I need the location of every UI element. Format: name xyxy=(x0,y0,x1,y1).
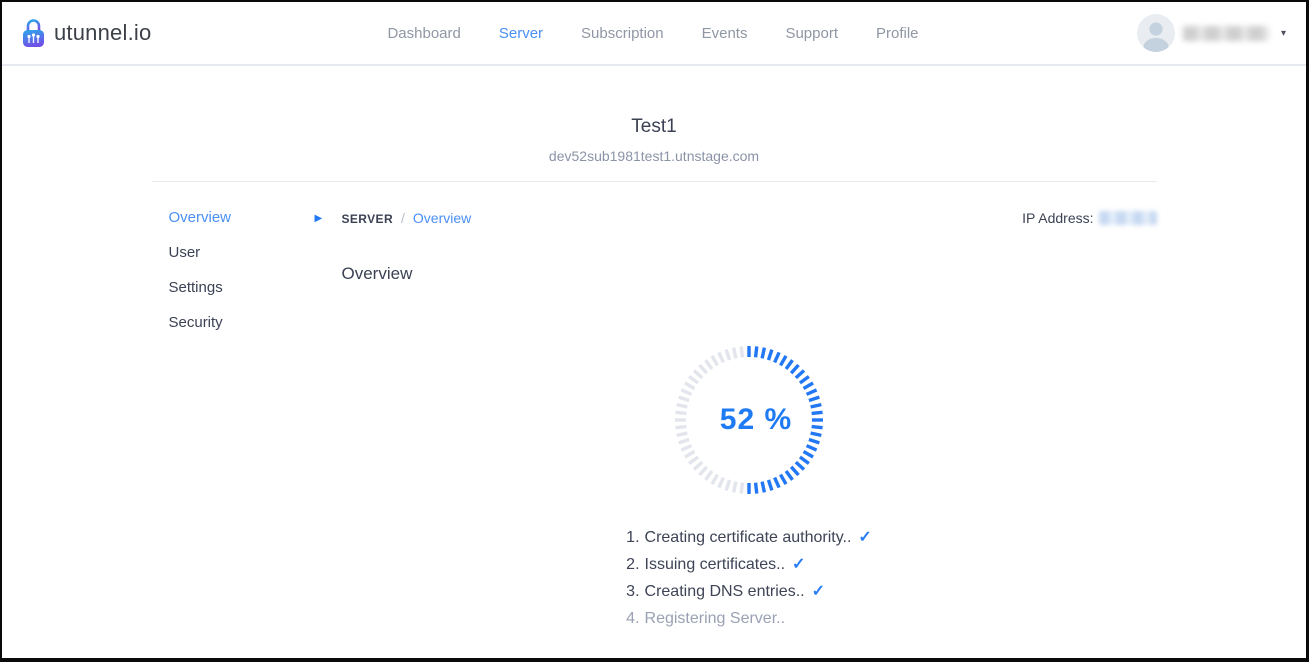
nav-item-server[interactable]: Server xyxy=(499,25,543,42)
ip-address-row: IP Address: xyxy=(1022,210,1156,226)
caret-down-icon[interactable]: ▾ xyxy=(1281,28,1286,39)
server-domain: dev52sub1981test1.utnstage.com xyxy=(152,148,1157,164)
server-name-title: Test1 xyxy=(152,116,1157,138)
nav-item-events[interactable]: Events xyxy=(702,25,748,42)
ip-address-label: IP Address: xyxy=(1022,210,1093,226)
sidebar-item-security[interactable]: Security xyxy=(169,315,315,330)
logo-text: utunnel.io xyxy=(54,20,151,46)
step-label: Issuing certificates.. xyxy=(645,556,786,573)
section-heading: Overview xyxy=(342,264,1157,284)
step-item-1: 1. Creating certificate authority.. ✓ xyxy=(626,524,872,551)
check-icon: ✓ xyxy=(858,529,871,546)
check-icon: ✓ xyxy=(812,583,825,600)
breadcrumb: SERVER / Overview xyxy=(342,210,472,226)
step-item-3: 3. Creating DNS entries.. ✓ xyxy=(626,578,872,605)
user-name-redacted xyxy=(1183,26,1269,41)
app-window: utunnel.io Dashboard Server Subscription… xyxy=(0,0,1309,662)
logo-lock-icon xyxy=(20,17,47,49)
breadcrumb-section: SERVER xyxy=(342,212,394,226)
ip-address-redacted xyxy=(1099,211,1157,225)
sidebar-item-settings[interactable]: Settings xyxy=(169,280,315,295)
nav-item-support[interactable]: Support xyxy=(785,25,838,42)
nav-item-dashboard[interactable]: Dashboard xyxy=(387,25,460,42)
top-nav-bar: utunnel.io Dashboard Server Subscription… xyxy=(2,2,1306,66)
active-item-arrow-icon: ▶ xyxy=(315,210,342,632)
step-number: 3. xyxy=(626,583,639,600)
breadcrumb-separator: / xyxy=(401,210,405,226)
step-number: 4. xyxy=(626,610,639,627)
provision-progress-ring: 52 % xyxy=(671,342,827,498)
step-label: Creating certificate authority.. xyxy=(645,529,852,546)
user-menu[interactable]: ▾ xyxy=(1036,14,1286,52)
main-nav: Dashboard Server Subscription Events Sup… xyxy=(270,25,1036,42)
nav-item-subscription[interactable]: Subscription xyxy=(581,25,664,42)
avatar xyxy=(1137,14,1175,52)
breadcrumb-page-link[interactable]: Overview xyxy=(413,210,471,226)
check-icon: ✓ xyxy=(792,556,805,573)
nav-item-profile[interactable]: Profile xyxy=(876,25,919,42)
overview-panel: SERVER / Overview IP Address: Overview 5… xyxy=(342,210,1157,632)
logo[interactable]: utunnel.io xyxy=(20,17,270,49)
step-label: Registering Server.. xyxy=(645,610,786,627)
step-item-2: 2. Issuing certificates.. ✓ xyxy=(626,551,872,578)
page-content: Test1 dev52sub1981test1.utnstage.com Ove… xyxy=(152,116,1157,632)
step-item-4: 4. Registering Server.. xyxy=(626,605,872,632)
step-label: Creating DNS entries.. xyxy=(645,583,805,600)
progress-percent-label: 52 % xyxy=(671,342,827,498)
divider xyxy=(152,181,1157,182)
provision-steps-list: 1. Creating certificate authority.. ✓ 2. Is… xyxy=(626,524,872,632)
sidebar-item-user[interactable]: User xyxy=(169,245,315,260)
step-number: 2. xyxy=(626,556,639,573)
server-sidebar: Overview User Settings Security xyxy=(152,210,315,632)
sidebar-item-overview[interactable]: Overview xyxy=(169,210,315,225)
step-number: 1. xyxy=(626,529,639,546)
